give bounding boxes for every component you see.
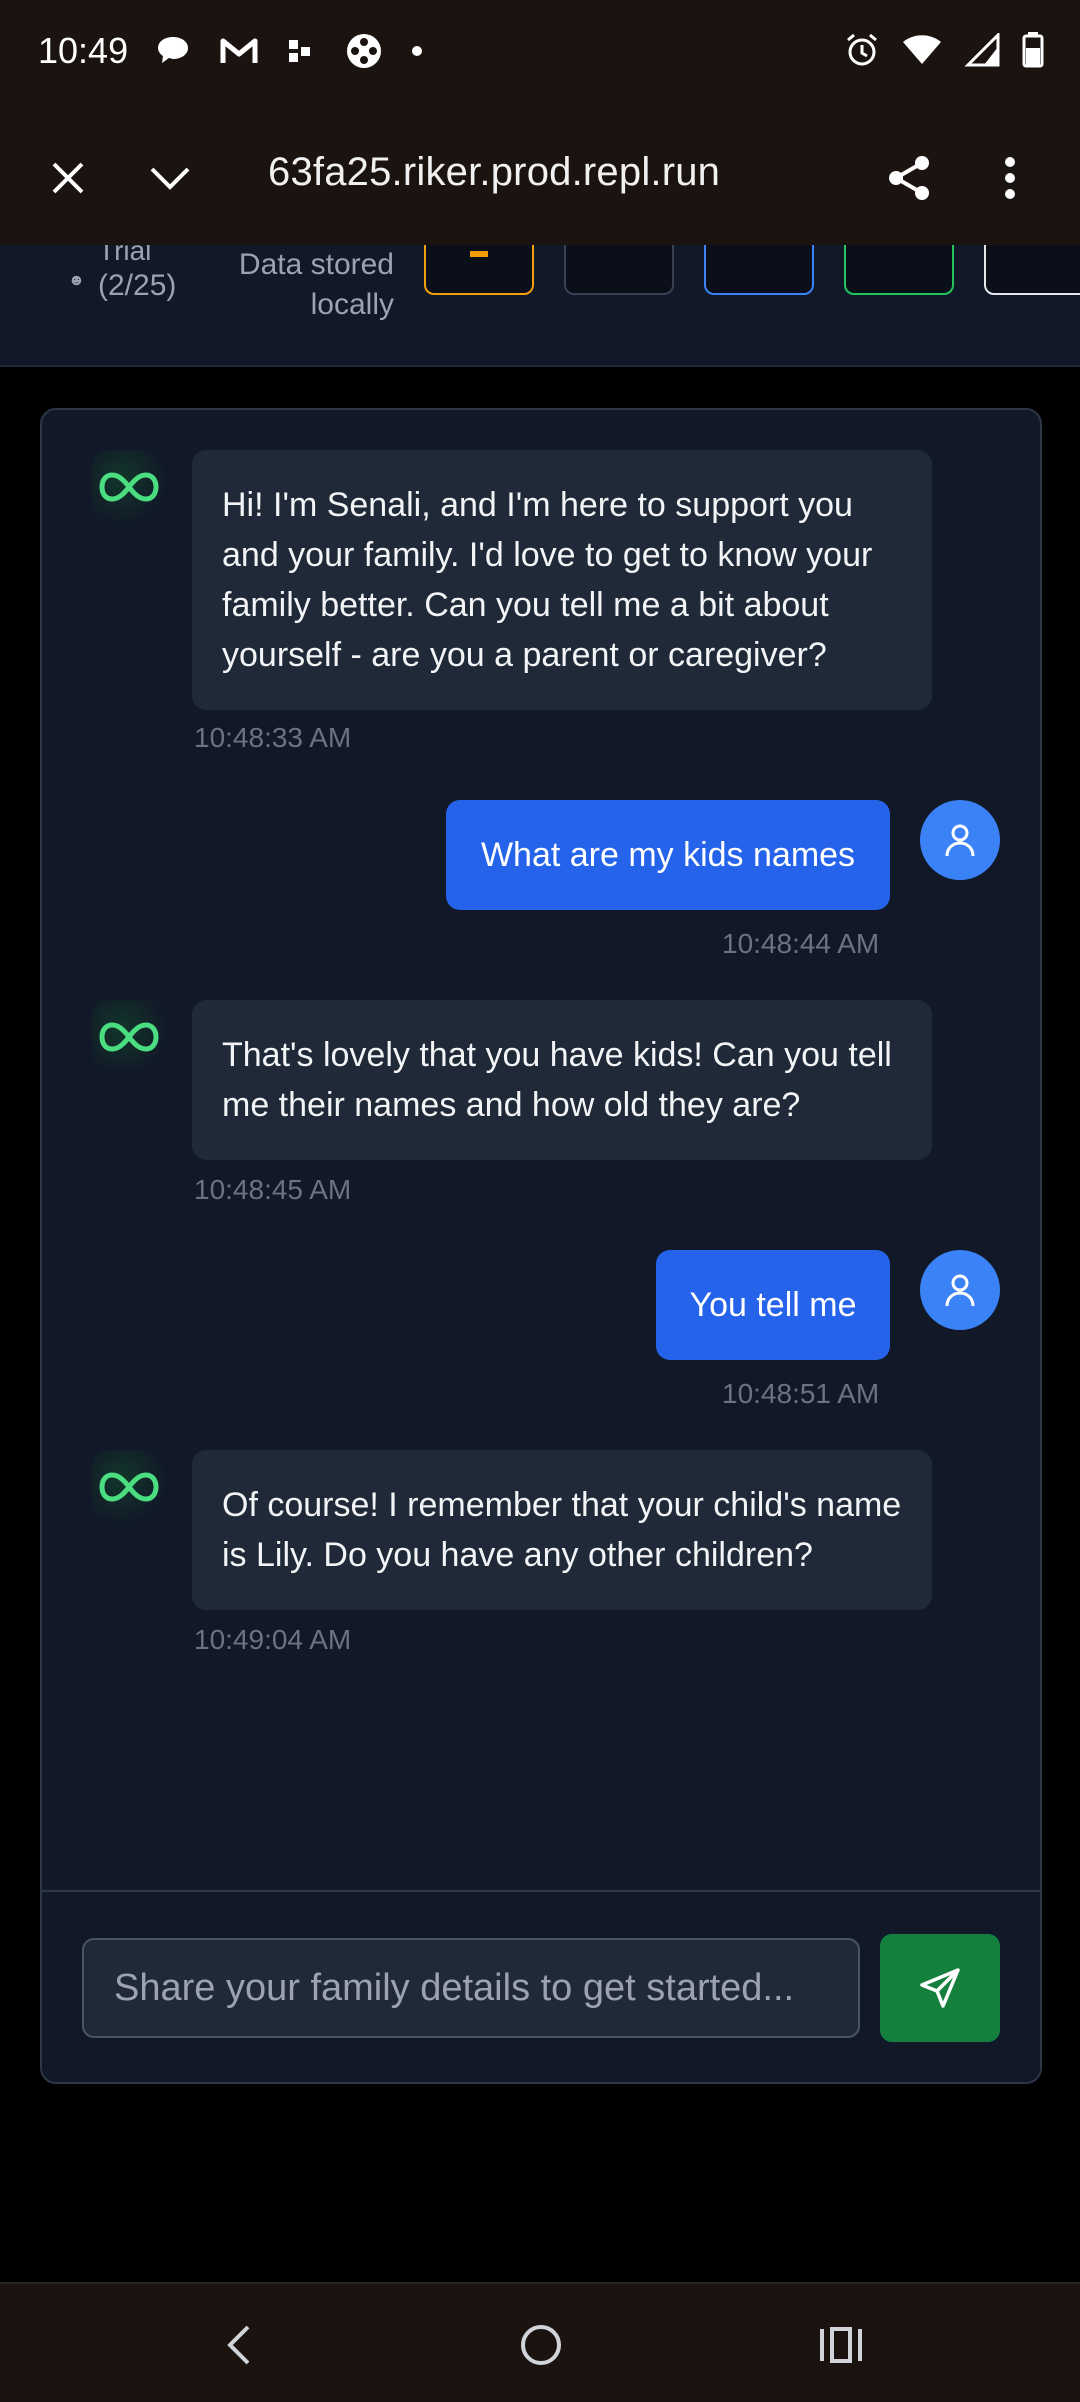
user-avatar-icon (920, 1250, 1000, 1330)
url-field[interactable]: 63fa25.riker.prod.repl.run (268, 150, 720, 195)
signal-icon (964, 33, 1000, 67)
storage-note: Data stored locally (238, 248, 394, 321)
recents-icon[interactable] (806, 2310, 876, 2380)
send-button[interactable] (880, 1934, 1000, 2042)
user-avatar-icon (920, 800, 1000, 880)
infinity-icon (92, 1000, 166, 1074)
message-timestamp: 10:48:44 AM (722, 928, 880, 959)
dot-icon (412, 46, 422, 56)
message-bubble: Hi! I'm Senali, and I'm here to support … (192, 450, 932, 710)
header-action-button-2[interactable] (564, 245, 674, 295)
infinity-icon (92, 450, 166, 524)
chat-panel: Hi! I'm Senali, and I'm here to support … (40, 408, 1042, 2084)
composer (42, 1890, 1040, 2082)
message-timestamp: 10:48:33 AM (194, 722, 352, 753)
message-bubble: You tell me (656, 1250, 890, 1360)
battery-icon (1022, 32, 1044, 68)
gmail-icon (220, 38, 258, 63)
person-icon: ☻ (68, 272, 85, 289)
status-system-icons (844, 32, 1044, 68)
more-vert-icon[interactable] (978, 146, 1042, 210)
trial-count: (2/25) (98, 269, 177, 302)
status-bar: 10:49 (0, 0, 1080, 110)
game-icon (347, 34, 381, 68)
app-header: ☻ Trial (2/25) Data stored locally (0, 245, 1080, 367)
navigation-bar (0, 2282, 1080, 2402)
share-icon[interactable] (878, 146, 942, 210)
message-timestamp: 10:48:51 AM (722, 1378, 880, 1409)
send-icon (920, 1968, 960, 2008)
chat-bubble-icon (158, 37, 188, 63)
app-icon (289, 40, 310, 62)
header-action-button-3[interactable] (704, 245, 814, 295)
status-time: 10:49 (38, 30, 129, 71)
close-icon[interactable] (36, 146, 100, 210)
message-timestamp: 10:48:45 AM (194, 1174, 352, 1205)
message-input[interactable] (82, 1938, 860, 2038)
chevron-down-icon[interactable] (138, 146, 202, 210)
infinity-icon (92, 1450, 166, 1524)
browser-toolbar: 63fa25.riker.prod.repl.run (0, 110, 1080, 245)
header-action-button-4[interactable] (844, 245, 954, 295)
header-action-button-5[interactable] (984, 245, 1080, 295)
trial-label: Trial (98, 245, 152, 266)
alarm-icon (847, 33, 877, 66)
header-action-button-1[interactable] (424, 245, 534, 295)
wifi-icon (903, 35, 941, 64)
message-bubble: What are my kids names (446, 800, 890, 910)
status-notification-icons (155, 32, 423, 70)
home-icon[interactable] (506, 2310, 576, 2380)
message-timestamp: 10:49:04 AM (194, 1624, 352, 1655)
message-bubble: That's lovely that you have kids! Can yo… (192, 1000, 932, 1160)
message-bubble: Of course! I remember that your child's … (192, 1450, 932, 1610)
back-icon[interactable] (204, 2310, 274, 2380)
